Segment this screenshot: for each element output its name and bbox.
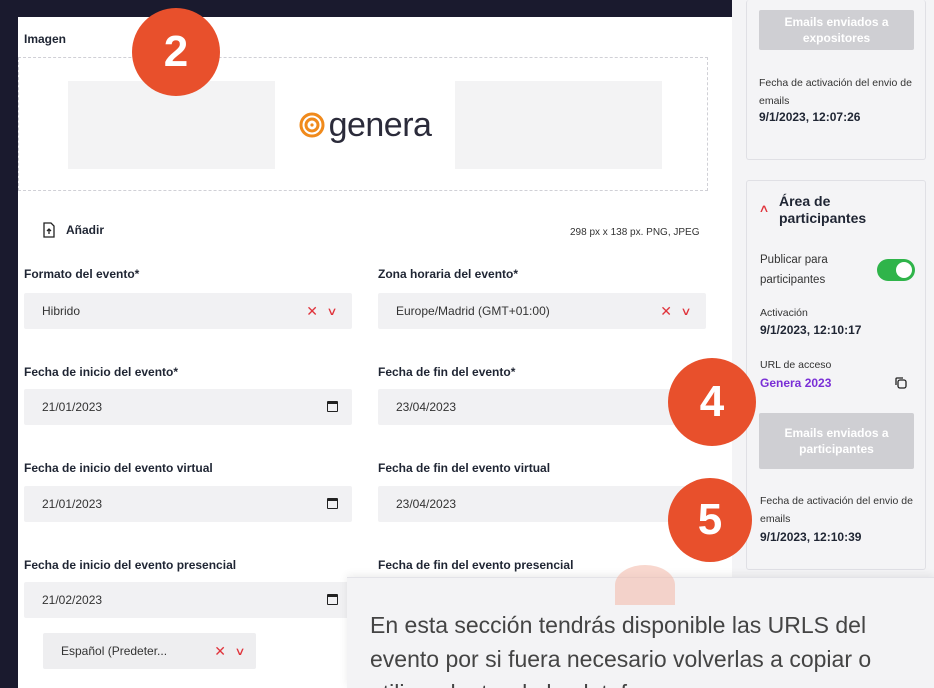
access-url-label: URL de acceso: [760, 359, 832, 371]
add-image-label: Añadir: [66, 223, 105, 237]
calendar-icon[interactable]: [327, 401, 338, 412]
language-select[interactable]: Español (Predeter... ✕ ∨: [43, 633, 256, 669]
publish-participants-label: Publicar para participantes: [760, 254, 828, 286]
exhibitors-activation-label: Fecha de activación del envio de emails: [759, 77, 912, 107]
presencial-start-date-value: 21/02/2023: [42, 593, 103, 607]
start-date-input[interactable]: 21/01/2023: [24, 389, 352, 425]
exhibitors-emails-button[interactable]: Emails enviados a expositores: [759, 10, 914, 50]
event-format-label: Formato del evento*: [24, 267, 140, 281]
end-date-input[interactable]: 23/04/2023: [378, 389, 706, 425]
presencial-end-date-label: Fecha de fin del evento presencial: [378, 558, 574, 572]
help-tooltip-text: En esta sección tendrás disponible las U…: [370, 612, 872, 688]
language-value: Español (Predeter...: [61, 644, 168, 658]
end-date-label: Fecha de fin del evento*: [378, 365, 516, 379]
chevron-down-icon[interactable]: ∨: [680, 305, 691, 318]
clear-icon[interactable]: ✕: [660, 303, 672, 320]
ghost-step-badge: [615, 565, 675, 605]
logo-text: genera: [328, 105, 432, 144]
calendar-icon[interactable]: [327, 498, 338, 509]
participants-emails-button[interactable]: Emails enviados a participantes: [759, 413, 914, 469]
virtual-start-date-label: Fecha de inicio del evento virtual: [24, 461, 213, 475]
step-badge-5: 5: [668, 478, 752, 562]
participants-activation-label: Fecha de activación del envio de emails: [760, 495, 913, 525]
timezone-select[interactable]: Europe/Madrid (GMT+01:00) ✕ ∨: [378, 293, 706, 329]
end-date-value: 23/04/2023: [396, 400, 457, 414]
clear-icon[interactable]: ✕: [214, 643, 226, 660]
timezone-label: Zona horaria del evento*: [378, 267, 519, 281]
upload-file-icon: [43, 222, 55, 238]
virtual-end-date-label: Fecha de fin del evento virtual: [378, 461, 551, 475]
presencial-start-date-label: Fecha de inicio del evento presencial: [24, 558, 237, 572]
publish-participants-toggle[interactable]: [877, 259, 915, 281]
clear-icon[interactable]: ✕: [306, 303, 318, 320]
copy-icon[interactable]: [894, 376, 908, 390]
virtual-end-date-value: 23/04/2023: [396, 497, 457, 511]
access-url-link[interactable]: Genera 2023: [760, 376, 831, 390]
event-format-select[interactable]: Hibrido ✕ ∨: [24, 293, 352, 329]
activation-value: 9/1/2023, 12:10:17: [760, 323, 862, 337]
image-section-title: Imagen: [24, 32, 67, 46]
chevron-down-icon[interactable]: ∨: [234, 645, 245, 658]
virtual-start-date-value: 21/01/2023: [42, 497, 103, 511]
genera-logo-icon: [299, 112, 325, 138]
image-size-hint: 298 px x 138 px. PNG, JPEG: [570, 227, 700, 238]
start-date-label: Fecha de inicio del evento*: [24, 365, 179, 379]
step-badge-4: 4: [668, 358, 756, 446]
calendar-icon[interactable]: [327, 594, 338, 605]
virtual-start-date-input[interactable]: 21/01/2023: [24, 486, 352, 522]
participants-activation-value: 9/1/2023, 12:10:39: [760, 530, 862, 544]
logo-preview: genera: [275, 81, 455, 169]
participants-area-title[interactable]: Área de participantes: [779, 193, 909, 227]
chevron-down-icon[interactable]: ∨: [326, 305, 337, 318]
virtual-end-date-input[interactable]: 23/04/2023: [378, 486, 706, 522]
activation-label: Activación: [760, 307, 808, 319]
timezone-value: Europe/Madrid (GMT+01:00): [396, 304, 550, 318]
exhibitors-activation-value: 9/1/2023, 12:07:26: [759, 110, 861, 124]
start-date-value: 21/01/2023: [42, 400, 103, 414]
add-image-button[interactable]: Añadir: [42, 222, 104, 238]
step-badge-2: 2: [132, 8, 220, 96]
presencial-start-date-input[interactable]: 21/02/2023: [24, 582, 352, 618]
event-format-value: Hibrido: [42, 304, 81, 318]
chevron-up-icon[interactable]: ∧: [758, 202, 769, 215]
